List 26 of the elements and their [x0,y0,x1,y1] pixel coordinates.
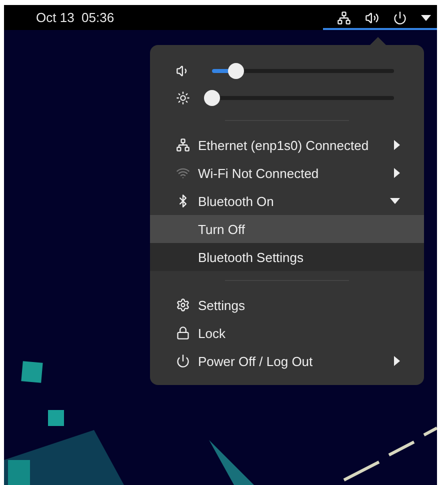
power-icon [176,354,190,368]
arrow-down-icon [390,198,400,204]
menu-item[interactable]: Lock [150,319,424,347]
lock-icon [176,326,190,340]
volume-icon [176,64,190,78]
brightness-icon [176,90,190,104]
network-icon [337,10,351,24]
wifi-icon [176,166,190,180]
arrow-right-icon [394,168,400,178]
submenu-item[interactable]: Bluetooth Settings [150,243,424,271]
menu-item[interactable]: Ethernet (enp1s0) Connected [150,131,424,159]
arrow-down-icon [421,14,431,20]
slider-thumb[interactable] [228,62,244,78]
menu-item[interactable]: Bluetooth On [150,187,424,215]
clock[interactable]: Oct 13 05:36 [36,10,323,25]
menu-item[interactable]: Power Off / Log Out [150,347,424,375]
menu-item[interactable]: Wi-Fi Not Connected [150,159,424,187]
power-icon [393,10,407,24]
volume-icon [365,10,379,24]
network-icon [176,138,190,152]
submenu-item[interactable]: Turn Off [150,215,424,243]
arrow-right-icon [394,356,400,366]
slider-thumb[interactable] [204,90,220,106]
menu-item[interactable]: Settings [150,291,424,319]
settings-icon [176,298,190,312]
arrow-right-icon [394,140,400,150]
